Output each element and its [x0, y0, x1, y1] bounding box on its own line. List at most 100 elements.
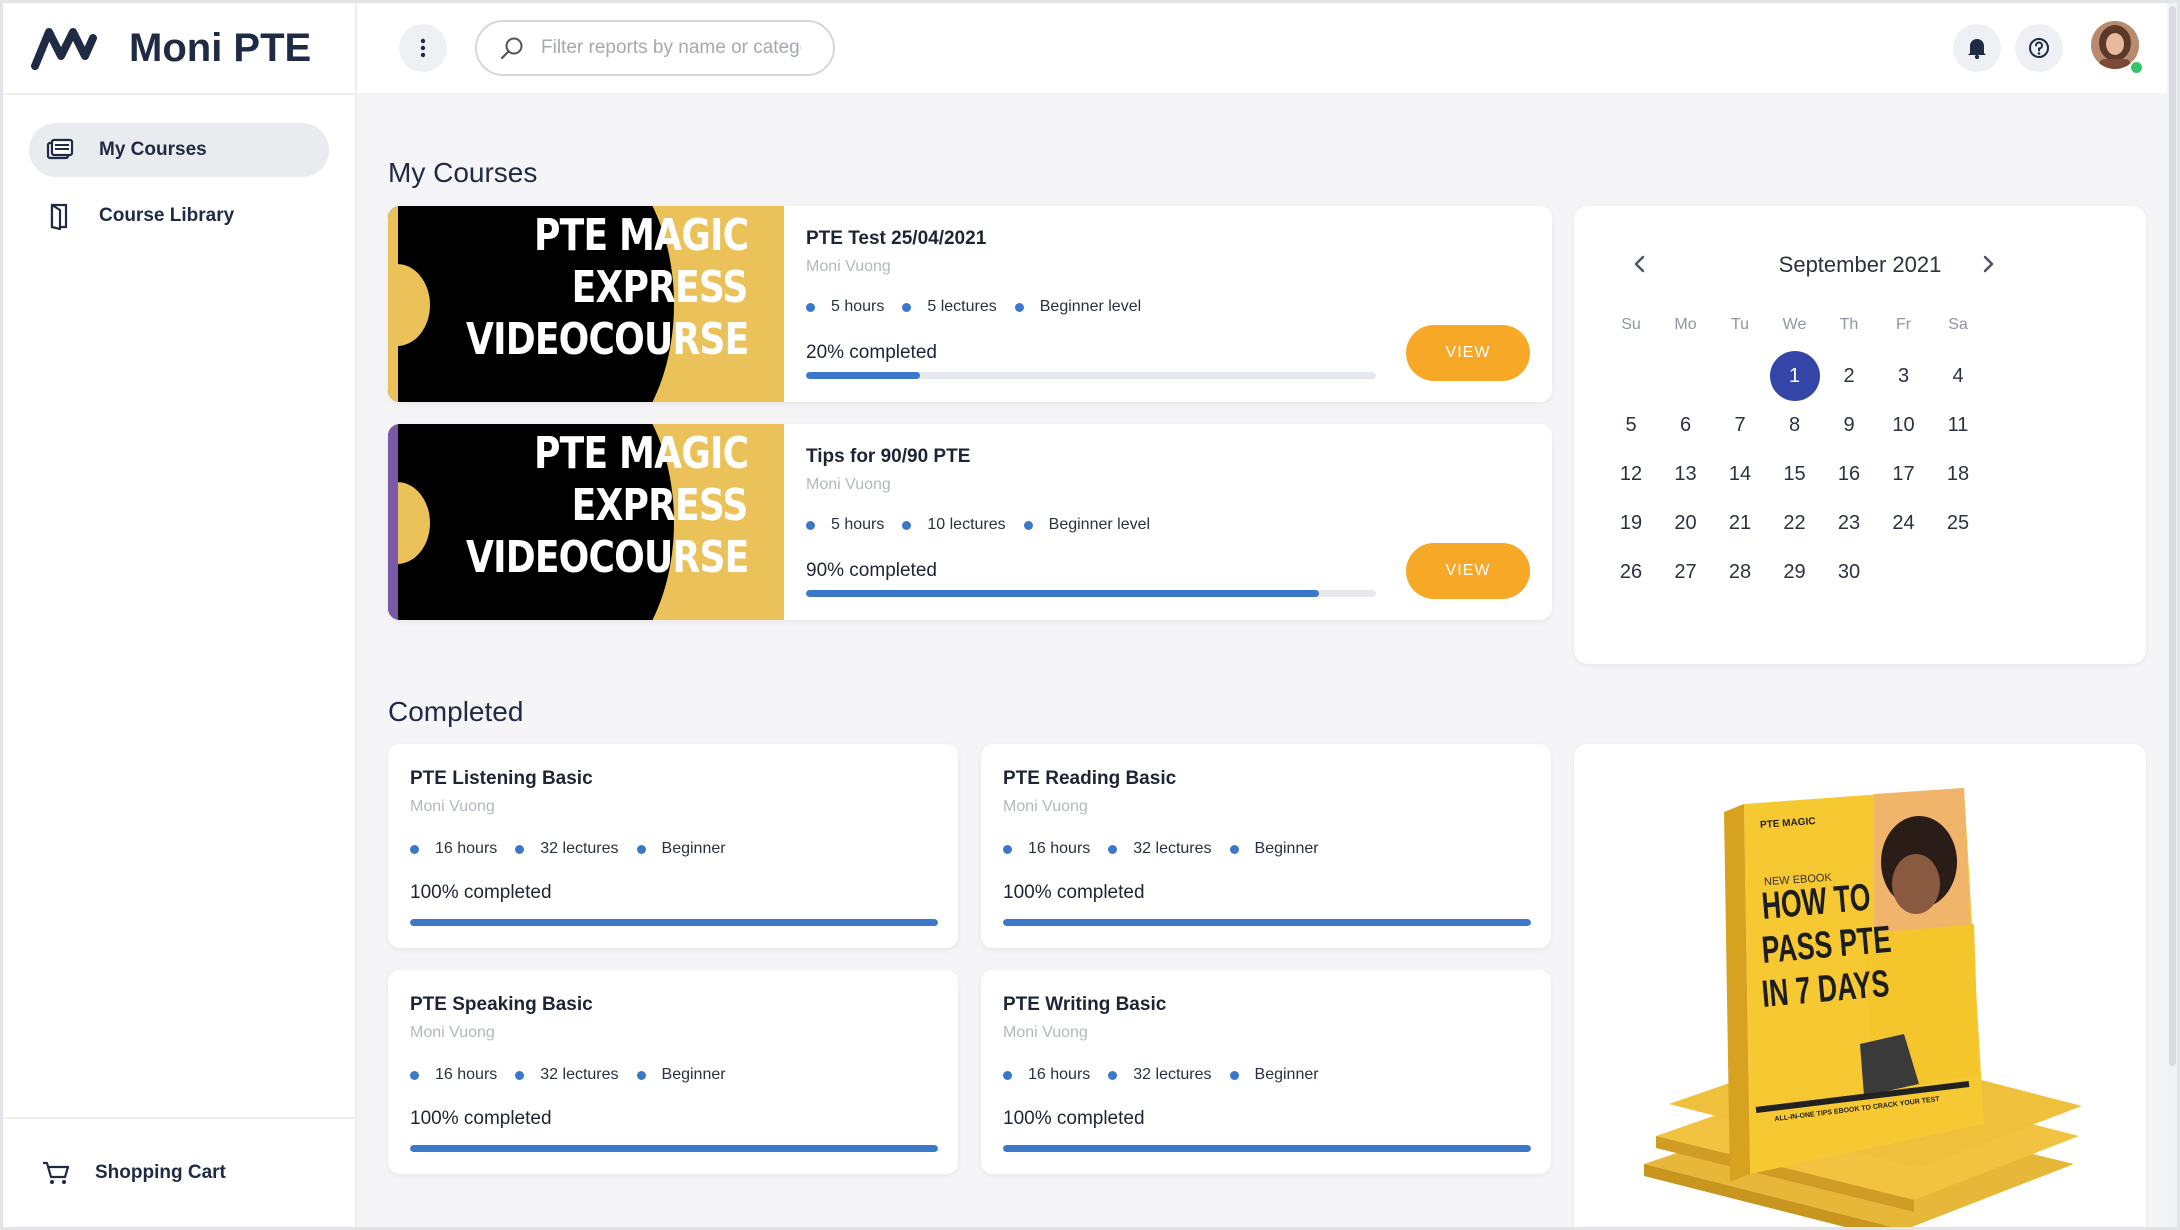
courses-icon — [45, 135, 75, 165]
calendar-month: September 2021 — [1778, 252, 1942, 277]
calendar-day[interactable]: 16 — [1824, 449, 1874, 499]
course-lectures: 32 lectures — [1133, 840, 1212, 857]
calendar-day[interactable]: 9 — [1824, 400, 1874, 450]
course-meta: 16 hours 32 lectures Beginner — [1003, 1066, 1319, 1084]
course-lectures: 32 lectures — [540, 1066, 619, 1083]
calendar-day[interactable]: 21 — [1715, 498, 1765, 548]
completed-course-card[interactable]: PTE Listening Basic Moni Vuong 16 hours … — [388, 744, 958, 948]
more-menu-button[interactable] — [399, 24, 447, 72]
calendar-day[interactable]: 4 — [1933, 351, 1983, 401]
thumb-line: VIDEOCOURSE — [465, 314, 749, 365]
calendar-day[interactable]: 19 — [1606, 498, 1656, 548]
course-meta: 16 hours 32 lectures Beginner — [410, 1066, 726, 1084]
sidebar-item-shopping-cart[interactable]: Shopping Cart — [27, 1146, 226, 1200]
course-title: PTE Speaking Basic — [410, 994, 593, 1015]
course-card[interactable]: PTE MAGIC EXPRESS VIDEOCOURSE PTE Test 2… — [388, 206, 1552, 402]
weekday-label: Th — [1839, 316, 1859, 333]
course-lectures: 10 lectures — [927, 516, 1006, 533]
ebook-promo[interactable]: PTE MAGIC NEW EBOOK HOW TO PASS PTE IN 7… — [1574, 744, 2146, 1230]
my-courses-title: My Courses — [388, 157, 538, 188]
calendar-day[interactable]: 29 — [1770, 547, 1820, 597]
calendar-day[interactable]: 27 — [1661, 547, 1711, 597]
search-box[interactable] — [475, 20, 835, 76]
help-button[interactable] — [2015, 24, 2063, 72]
course-progress-text: 20% completed — [806, 342, 937, 363]
course-level: Beginner — [661, 840, 726, 857]
course-level: Beginner — [661, 1066, 726, 1083]
course-level: Beginner level — [1039, 298, 1142, 315]
course-title: PTE Listening Basic — [410, 768, 593, 789]
course-lectures: 32 lectures — [1133, 1066, 1212, 1083]
course-progress-text: 100% completed — [1003, 882, 1145, 903]
course-meta: 16 hours 32 lectures Beginner — [410, 840, 726, 858]
view-button[interactable]: VIEW — [1406, 543, 1530, 599]
calendar-day[interactable]: 30 — [1824, 547, 1874, 597]
progress-bar — [410, 1145, 938, 1152]
calendar-day[interactable]: 10 — [1879, 400, 1929, 450]
course-hours: 16 hours — [1028, 840, 1091, 857]
calendar-day[interactable]: 20 — [1661, 498, 1711, 548]
view-button[interactable]: VIEW — [1406, 325, 1530, 381]
search-input[interactable] — [539, 36, 803, 60]
calendar-day[interactable]: 7 — [1715, 400, 1765, 450]
help-icon — [2029, 38, 2049, 58]
course-meta: 5 hours 10 lectures Beginner level — [806, 516, 1150, 534]
thumb-line: PTE MAGIC — [533, 428, 749, 479]
calendar-day[interactable]: 13 — [1661, 449, 1711, 499]
weekday-label: Fr — [1895, 316, 1912, 333]
weekday-label: Tu — [1730, 316, 1750, 333]
weekday-label: Su — [1621, 316, 1641, 333]
calendar-day[interactable]: 22 — [1770, 498, 1820, 548]
calendar-day[interactable]: 8 — [1770, 400, 1820, 450]
weekday-label: Mo — [1674, 316, 1697, 333]
course-level: Beginner — [1254, 1066, 1319, 1083]
course-author: Moni Vuong — [410, 1024, 495, 1041]
course-card[interactable]: PTE MAGIC EXPRESS VIDEOCOURSE Tips for 9… — [388, 424, 1552, 620]
calendar-day[interactable]: 2 — [1824, 351, 1874, 401]
course-title: Tips for 90/90 PTE — [806, 446, 971, 467]
sidebar-nav: My Courses Course Library — [3, 95, 355, 243]
calendar-day[interactable]: 15 — [1770, 449, 1820, 499]
notifications-button[interactable] — [1953, 24, 2001, 72]
course-progress-text: 100% completed — [1003, 1108, 1145, 1129]
course-progress-text: 100% completed — [410, 1108, 552, 1129]
sidebar-item-my-courses[interactable]: My Courses — [29, 123, 329, 177]
chevron-right-icon — [1983, 255, 1994, 273]
course-level: Beginner — [1254, 840, 1319, 857]
calendar: September 2021 Su Mo Tu We Th Fr Sa 1 2 3 4 5 6 7 8 9 10… — [1574, 206, 2146, 664]
course-thumbnail: PTE MAGIC EXPRESS VIDEOCOURSE — [388, 206, 784, 402]
completed-course-card[interactable]: PTE Speaking Basic Moni Vuong 16 hours 3… — [388, 970, 958, 1174]
course-author: Moni Vuong — [410, 798, 495, 815]
online-status-dot — [2129, 60, 2144, 75]
next-month-button[interactable] — [1974, 250, 2002, 278]
calendar-day[interactable]: 6 — [1661, 400, 1711, 450]
calendar-day[interactable]: 17 — [1879, 449, 1929, 499]
completed-course-card[interactable]: PTE Writing Basic Moni Vuong 16 hours 32… — [981, 970, 1551, 1174]
library-icon — [45, 201, 75, 231]
course-thumbnail: PTE MAGIC EXPRESS VIDEOCOURSE — [388, 424, 784, 620]
calendar-day[interactable]: 28 — [1715, 547, 1765, 597]
calendar-day[interactable]: 18 — [1933, 449, 1983, 499]
course-hours: 5 hours — [831, 516, 885, 533]
thumb-line: EXPRESS — [572, 480, 749, 531]
course-progress-text: 90% completed — [806, 560, 937, 581]
calendar-day[interactable]: 14 — [1715, 449, 1765, 499]
progress-bar — [1003, 919, 1531, 926]
calendar-day[interactable]: 25 — [1933, 498, 1983, 548]
cart-icon — [41, 1158, 71, 1188]
sidebar-item-course-library[interactable]: Course Library — [29, 189, 329, 243]
scrollbar-thumb[interactable] — [2169, 6, 2176, 1066]
calendar-day[interactable]: 24 — [1879, 498, 1929, 548]
calendar-day[interactable]: 3 — [1879, 351, 1929, 401]
calendar-day[interactable]: 26 — [1606, 547, 1656, 597]
calendar-day-selected[interactable]: 1 — [1769, 351, 1820, 401]
brand[interactable]: Moni PTE — [3, 3, 355, 95]
thumb-line: PTE MAGIC — [533, 210, 749, 261]
calendar-day[interactable]: 12 — [1606, 449, 1656, 499]
completed-course-card[interactable]: PTE Reading Basic Moni Vuong 16 hours 32… — [981, 744, 1551, 948]
calendar-day[interactable]: 5 — [1606, 400, 1656, 450]
calendar-day[interactable]: 23 — [1824, 498, 1874, 548]
course-author: Moni Vuong — [1003, 1024, 1088, 1041]
course-title: PTE Reading Basic — [1003, 768, 1177, 789]
calendar-day[interactable]: 11 — [1933, 400, 1983, 450]
